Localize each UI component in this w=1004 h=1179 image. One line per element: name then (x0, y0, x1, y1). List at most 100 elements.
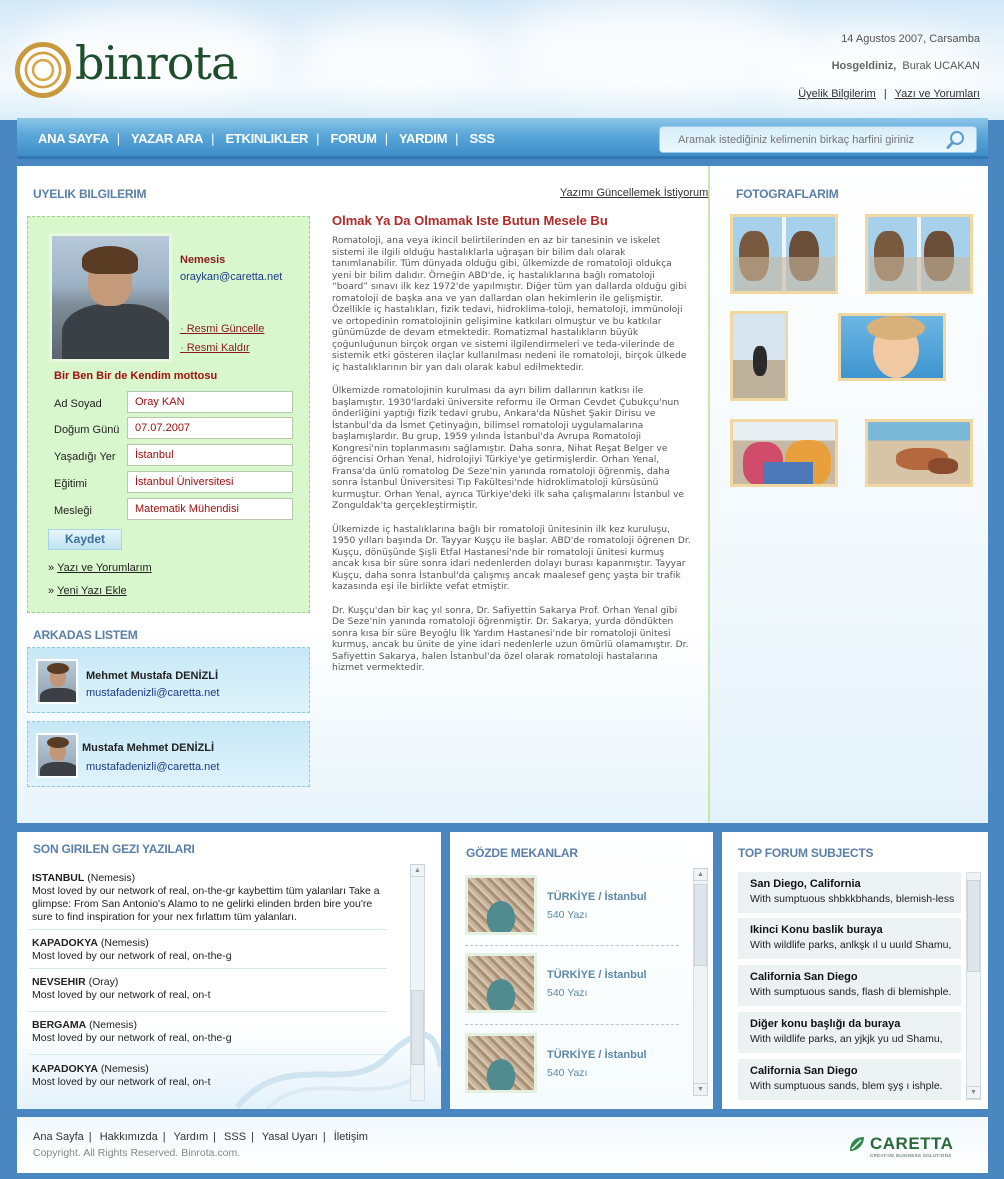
friend-name: Mehmet Mustafa DENİZLİ (86, 670, 219, 682)
search-input[interactable] (666, 130, 936, 150)
scroll-up-icon[interactable]: ▲ (410, 864, 425, 877)
forum-subjects-title: TOP FORUM SUBJECTS (738, 846, 874, 860)
current-date: 14 Agustos 2007, Carsamba (841, 33, 980, 45)
friend-email[interactable]: mustafadenizli@caretta.net (86, 687, 219, 699)
travel-posts-panel: SON GIRILEN GEZI YAZILARI ISTANBUL (Neme… (17, 832, 441, 1109)
scroll-down-icon[interactable]: ▼ (966, 1086, 981, 1099)
nav-item-events[interactable]: ETKINLIKLER (225, 131, 308, 146)
caretta-subtitle: CREATIVE BUSINESS SOLUTIONS (870, 1153, 952, 1158)
page-footer: Ana Sayfa | Hakkımızda | Yardım | SSS | Yasa… (17, 1117, 988, 1173)
update-post-link[interactable]: Yazımı Güncellemek İstiyorum (560, 187, 708, 199)
place-count: 540 Yazı (547, 909, 588, 921)
search-box (659, 126, 977, 153)
nav-item-author-search[interactable]: YAZAR ARA (131, 131, 203, 146)
label-full-name: Ad Soyad (54, 398, 102, 410)
list-item[interactable]: TÜRKİYE / İstanbul 540 Yazı (465, 1033, 675, 1093)
place-location: TÜRKİYE / İstanbul (547, 969, 647, 981)
footer-link-faq[interactable]: SSS (224, 1131, 246, 1143)
welcome-label: Hosgeldiniz, (831, 60, 897, 72)
education-field[interactable]: İstanbul Üniversitesi (127, 471, 293, 493)
label-occupation: Mesleği (54, 505, 92, 517)
save-button[interactable]: Kaydet (48, 529, 122, 550)
scroll-down-icon[interactable]: ▼ (693, 1083, 708, 1096)
article-paragraph: Ülkemizde romatolojinin kurulması da ayr… (332, 386, 685, 511)
logo-emblem-icon (15, 42, 71, 98)
remove-photo-link[interactable]: Resmi Kaldır (180, 342, 250, 354)
article-paragraph: Romatoloji, ana veya ikincil belirtileri… (332, 236, 687, 373)
list-item[interactable]: Ikinci Konu baslik buraya With wildlife p… (738, 918, 961, 959)
occupation-field[interactable]: Matematik Mühendisi (127, 498, 293, 520)
friend-card[interactable]: Mustafa Mehmet DENİZLİ mustafadenizli@ca… (27, 721, 310, 787)
scroll-thumb[interactable] (411, 990, 424, 1065)
label-birth-date: Doğum Günü (54, 424, 120, 436)
scroll-thumb[interactable] (694, 884, 707, 966)
footer-link-home[interactable]: Ana Sayfa (33, 1131, 84, 1143)
footer-link-legal[interactable]: Yasal Uyarı (262, 1131, 318, 1143)
profile-email[interactable]: oraykan@caretta.net (180, 271, 282, 283)
travel-scrollbar[interactable] (410, 864, 425, 1101)
avatar (36, 659, 78, 704)
add-post-link[interactable]: » Yeni Yazı Ekle (48, 585, 127, 597)
photo-thumbnail[interactable] (865, 419, 973, 487)
caretta-logo[interactable]: CARETTA CREATIVE BUSINESS SOLUTIONS (848, 1133, 968, 1163)
place-thumbnail (465, 953, 537, 1013)
photo-thumbnail[interactable] (865, 214, 973, 294)
list-item[interactable]: ISTANBUL (Nemesis) Most loved by our netw… (32, 872, 387, 924)
caretta-brand: CARETTA (870, 1134, 954, 1153)
search-icon[interactable] (946, 130, 966, 150)
scroll-thumb[interactable] (967, 880, 980, 972)
residence-field[interactable]: İstanbul (127, 444, 293, 466)
forum-subjects-panel: TOP FORUM SUBJECTS San Diego, California… (722, 832, 988, 1109)
arrow-icon: » (48, 562, 55, 574)
list-item[interactable]: TÜRKİYE / İstanbul 540 Yazı (465, 875, 675, 935)
friend-card[interactable]: Mehmet Mustafa DENİZLİ mustafadenizli@ca… (27, 647, 310, 713)
article-paragraph: Ülkemizde iç hastalıklarına bağlı bir ro… (332, 524, 691, 593)
update-photo-link[interactable]: Resmi Güncelle (180, 323, 265, 335)
travel-posts-title: SON GIRILEN GEZI YAZILARI (33, 842, 195, 856)
photos-section-title: FOTOGRAFLARIM (736, 187, 839, 201)
photo-thumbnail[interactable] (838, 313, 946, 381)
caretta-leaf-icon (850, 1137, 864, 1151)
photo-thumbnail[interactable] (730, 311, 788, 401)
full-name-field[interactable]: Oray KAN (127, 391, 293, 413)
footer-link-about[interactable]: Hakkımızda (100, 1131, 158, 1143)
list-item[interactable]: Diğer konu başlığı da buraya With wildlif… (738, 1012, 961, 1053)
site-logo[interactable]: binrota (15, 36, 255, 100)
friend-email[interactable]: mustafadenizli@caretta.net (86, 761, 219, 773)
label-education: Eğitimi (54, 478, 88, 490)
birth-date-field[interactable]: 07.07.2007 (127, 417, 293, 439)
main-navigation: ANA SAYFA | YAZAR ARA | ETKINLIKLER | FORUM… (17, 118, 988, 159)
profile-section-title: UYELIK BILGILERIM (33, 187, 147, 201)
decorative-swirl-icon (234, 1031, 441, 1109)
list-item[interactable]: KAPADOKYA (Nemesis) Most loved by our net… (32, 937, 387, 963)
list-item[interactable]: TÜRKİYE / İstanbul 540 Yazı (465, 953, 675, 1013)
nav-item-help[interactable]: YARDIM (399, 131, 448, 146)
photo-thumbnail[interactable] (730, 214, 838, 294)
main-content: UYELIK BILGILERIM Yazımı Güncellemek İst… (17, 166, 988, 823)
nav-item-home[interactable]: ANA SAYFA (38, 131, 109, 146)
friend-name: Mustafa Mehmet DENİZLİ (82, 742, 215, 754)
list-item[interactable]: NEVSEHIR (Oray) Most loved by our network… (32, 976, 387, 1002)
list-item[interactable]: California San Diego With sumptuous sands… (738, 1059, 961, 1100)
photo-thumbnail[interactable] (730, 419, 838, 487)
featured-places-panel: GÖZDE MEKANLAR TÜRKİYE / İstanbul 540 Ya… (450, 832, 713, 1109)
list-item[interactable]: California San Diego With sumptuous sands… (738, 965, 961, 1006)
nav-item-forum[interactable]: FORUM (331, 131, 377, 146)
label-residence: Yaşadığı Yer (54, 451, 116, 463)
avatar (36, 733, 78, 778)
footer-link-help[interactable]: Yardım (173, 1131, 208, 1143)
article-body: Romatoloji, ana veya ikincil belirtileri… (332, 236, 692, 687)
my-posts-link[interactable]: » Yazı ve Yorumlarım (48, 562, 152, 574)
profile-photo (49, 233, 172, 362)
list-item[interactable]: San Diego, California With sumptuous shbk… (738, 872, 961, 913)
place-location: TÜRKİYE / İstanbul (547, 1049, 647, 1061)
link-posts-comments[interactable]: Yazı ve Yorumları (895, 88, 980, 100)
article-title: Olmak Ya Da Olmamak Iste Butun Mesele Bu (332, 213, 608, 228)
user-name: Burak UCAKAN (902, 60, 980, 72)
footer-link-contact[interactable]: İletişim (334, 1131, 368, 1143)
nav-item-faq[interactable]: SSS (470, 131, 495, 146)
link-membership-info[interactable]: Üyelik Bilgilerim (798, 88, 876, 100)
footer-links: Ana Sayfa | Hakkımızda | Yardım | SSS | Yasa… (33, 1131, 368, 1143)
scroll-up-icon[interactable]: ▲ (693, 868, 708, 881)
copyright: Copyright. All Rights Reserved. Binrota.… (33, 1147, 241, 1159)
